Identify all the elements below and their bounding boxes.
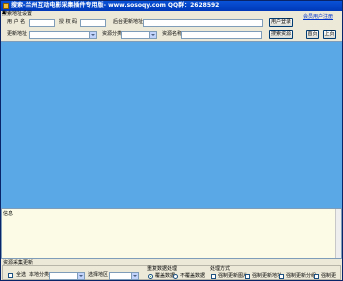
resource-cat-label: 资源分类 bbox=[102, 31, 123, 37]
title-bar: 搜索-兰州互动电影采集插件专用版- www.sosoqy.com QQ群：262… bbox=[1, 1, 342, 11]
results-panel[interactable] bbox=[1, 41, 342, 208]
chevron-down-icon[interactable] bbox=[89, 32, 96, 38]
info-log-area[interactable]: 信息 bbox=[1, 208, 342, 259]
force-cat-label: 强制更新分组 bbox=[286, 273, 317, 279]
window-title: 搜索-兰州互动电影采集插件专用版- www.sosoqy.com QQ群：262… bbox=[11, 2, 220, 9]
overwrite-label: 覆盖数据 bbox=[155, 273, 176, 279]
update-addr-select[interactable] bbox=[29, 31, 97, 39]
log-label: 信息 bbox=[3, 211, 14, 217]
chevron-down-icon[interactable] bbox=[149, 32, 156, 38]
local-cat-label: 本地分类 bbox=[29, 272, 50, 278]
username-input[interactable] bbox=[29, 19, 55, 27]
username-label: 用 户 名 bbox=[7, 19, 26, 25]
process-mode-title: 处理方式 bbox=[210, 266, 231, 272]
overwrite-radio[interactable] bbox=[148, 274, 153, 279]
chevron-down-icon[interactable] bbox=[77, 273, 84, 279]
region-select[interactable] bbox=[109, 272, 139, 280]
log-scrollbar[interactable] bbox=[335, 209, 341, 258]
no-overwrite-label: 不覆盖数据 bbox=[180, 273, 206, 279]
home-button[interactable]: 首页 bbox=[306, 30, 319, 39]
select-all-label: 全选 bbox=[16, 272, 27, 278]
region-label: 选择地区 bbox=[88, 272, 109, 278]
backend-url-input[interactable] bbox=[143, 19, 263, 27]
app-window: 搜索-兰州互动电影采集插件专用版- www.sosoqy.com QQ群：262… bbox=[0, 0, 343, 281]
login-button[interactable]: 用户登录 bbox=[269, 18, 293, 27]
force-image-label: 强制更新图片 bbox=[218, 273, 249, 279]
resource-name-label: 资源名称 bbox=[162, 31, 183, 37]
tab-search-settings[interactable]: 搜索地址设置 bbox=[2, 11, 44, 18]
mouse-cursor-icon bbox=[2, 10, 6, 14]
resource-name-input[interactable] bbox=[181, 31, 262, 39]
local-cat-select[interactable] bbox=[49, 272, 85, 280]
force-image-checkbox[interactable] bbox=[211, 274, 216, 279]
select-all-checkbox[interactable] bbox=[8, 273, 13, 278]
repeat-data-title: 重复数据处理 bbox=[147, 266, 178, 272]
backend-url-label: 后台更新地址 bbox=[113, 19, 144, 25]
force-url-checkbox[interactable] bbox=[245, 274, 250, 279]
chevron-down-icon[interactable] bbox=[131, 273, 138, 279]
force-info-label: 强制更 bbox=[321, 273, 337, 279]
update-addr-label: 更新地址 bbox=[7, 31, 28, 37]
prev-page-button[interactable]: 上页 bbox=[323, 30, 336, 39]
search-button[interactable]: 搜索资源 bbox=[269, 30, 293, 39]
no-overwrite-radio[interactable] bbox=[173, 274, 178, 279]
app-icon bbox=[3, 3, 9, 9]
force-url-label: 强制更新地址 bbox=[252, 273, 283, 279]
auth-code-input[interactable] bbox=[80, 19, 106, 27]
force-info-checkbox[interactable] bbox=[314, 274, 319, 279]
resource-cat-select[interactable] bbox=[121, 31, 157, 39]
password-label: 授 权 码 bbox=[59, 19, 78, 25]
force-cat-checkbox[interactable] bbox=[279, 274, 284, 279]
register-link[interactable]: 会员用户注册 bbox=[303, 14, 333, 21]
